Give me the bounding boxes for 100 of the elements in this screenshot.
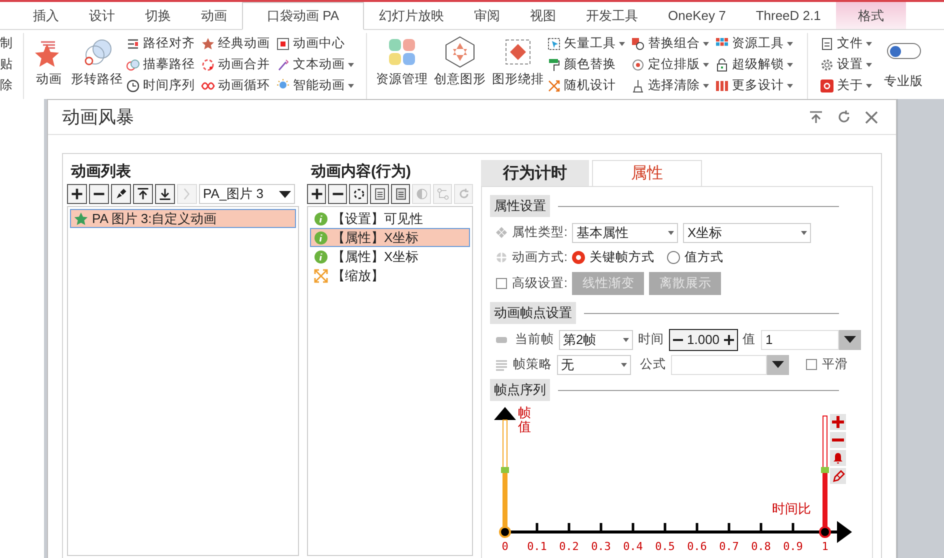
ribbon-item-label[interactable]: 除 bbox=[0, 75, 13, 96]
ribbon-large-button[interactable]: 形转路径 bbox=[68, 33, 126, 91]
time-stepper[interactable]: 1.000 bbox=[669, 328, 738, 350]
ribbon-item[interactable]: 替换组合 bbox=[631, 33, 711, 54]
ribbon-item[interactable]: 时间序列 bbox=[126, 75, 197, 96]
animation-list-item[interactable]: PA 图片 3:自定义动画 bbox=[70, 209, 296, 228]
panel-tab[interactable]: 行为计时 bbox=[481, 160, 589, 186]
shape-select[interactable]: PA_图片 3 bbox=[199, 184, 295, 204]
pro-toggle[interactable] bbox=[886, 43, 920, 59]
ribbon-item[interactable]: 文件 bbox=[820, 33, 874, 54]
property-type-select[interactable]: 基本属性 bbox=[572, 222, 678, 242]
keyframe-handle[interactable] bbox=[819, 416, 831, 538]
ribbon-tab[interactable]: 口袋动画 PA bbox=[242, 2, 364, 30]
formula-field[interactable] bbox=[671, 354, 789, 374]
current-frame-select[interactable]: 第2帧 bbox=[559, 330, 633, 350]
ribbon-tab[interactable]: 视图 bbox=[515, 2, 571, 29]
mode-radio[interactable]: 关键帧方式 bbox=[572, 249, 654, 266]
bell-button[interactable] bbox=[830, 450, 846, 466]
caret-icon bbox=[703, 84, 709, 88]
ribbon-tab[interactable]: 幻灯片放映 bbox=[364, 2, 459, 29]
padlock-icon bbox=[715, 58, 729, 72]
ribbon-item[interactable]: 超级解锁 bbox=[715, 54, 795, 75]
clock-icon bbox=[126, 78, 140, 92]
ribbon-item[interactable]: 经典动画 bbox=[201, 33, 272, 54]
tick-label: 0 bbox=[502, 540, 508, 551]
toolbar-button[interactable] bbox=[349, 184, 368, 204]
plus-icon bbox=[70, 187, 84, 201]
ribbon-item[interactable]: 动画合并 bbox=[201, 54, 272, 75]
ribbon-item[interactable]: 矢量工具 bbox=[547, 33, 627, 54]
behavior-list-item[interactable]: 【属性】X坐标 bbox=[310, 228, 470, 247]
ribbon-item-label: 经典动画 bbox=[218, 35, 270, 52]
ribbon-tab[interactable]: 开发工具 bbox=[571, 2, 653, 29]
field-label: 高级设置: bbox=[512, 274, 568, 292]
toolbar-button[interactable] bbox=[67, 184, 87, 204]
toolbar-button[interactable] bbox=[307, 184, 326, 204]
caret-icon bbox=[348, 62, 354, 66]
y-axis-arrow bbox=[494, 407, 516, 420]
ribbon-item[interactable]: 更多设计 bbox=[715, 75, 795, 96]
tick-label: 0.1 bbox=[527, 540, 547, 551]
ribbon-tab[interactable]: 插入 bbox=[18, 2, 74, 29]
add-keyframe-button[interactable] bbox=[830, 414, 846, 430]
ribbon-item-label[interactable]: 制 bbox=[0, 33, 13, 54]
ribbon-item[interactable]: 颜色替换 bbox=[547, 54, 627, 75]
toggle-label: 专业版 bbox=[884, 73, 923, 90]
star-icon bbox=[74, 212, 88, 226]
ribbon-item-label: 动画循环 bbox=[218, 77, 270, 94]
smooth-checkbox[interactable] bbox=[806, 359, 817, 370]
ribbon-item[interactable]: 选择清除 bbox=[631, 75, 711, 96]
info-icon bbox=[314, 250, 328, 264]
property-select[interactable]: X坐标 bbox=[683, 222, 812, 242]
toolbar-button[interactable] bbox=[133, 184, 153, 204]
caret-icon bbox=[866, 62, 872, 66]
toolbar-button[interactable] bbox=[391, 184, 410, 204]
toolbar-button[interactable] bbox=[111, 184, 131, 204]
ribbon-large-button[interactable]: 创意图形 bbox=[431, 33, 489, 91]
caret-icon bbox=[801, 230, 808, 234]
ribbon-item-label[interactable]: 贴 bbox=[0, 54, 13, 75]
behavior-list-item[interactable]: 【缩放】 bbox=[310, 266, 470, 285]
behavior-list-item[interactable]: 【设置】可见性 bbox=[310, 209, 470, 228]
toolbar-button[interactable] bbox=[155, 184, 175, 204]
ribbon-item[interactable]: 智能动画 bbox=[276, 75, 356, 96]
ribbon-tab[interactable]: ThreeD 2.1 bbox=[740, 2, 836, 29]
axis-label: 帧值 bbox=[518, 406, 531, 435]
ribbon-large-button[interactable]: 资源管理 bbox=[373, 33, 431, 91]
ribbon-item[interactable]: 路径对齐 bbox=[126, 33, 197, 54]
pencil-button[interactable] bbox=[830, 468, 846, 484]
mode-radio[interactable]: 值方式 bbox=[667, 249, 724, 266]
keyframe-handle[interactable] bbox=[499, 420, 511, 538]
ribbon-tab[interactable]: 动画 bbox=[186, 2, 242, 29]
ribbon-item[interactable]: 资源工具 bbox=[715, 33, 795, 54]
ribbon-tab[interactable]: 审阅 bbox=[459, 2, 515, 29]
field-label: 当前帧 bbox=[515, 331, 554, 348]
ribbon-item[interactable]: 定位排版 bbox=[631, 54, 711, 75]
ribbon-item[interactable]: 关于 bbox=[820, 75, 874, 96]
circles-icon bbox=[126, 58, 140, 72]
ribbon-item[interactable]: 设置 bbox=[820, 54, 874, 75]
ribbon-tab[interactable]: 格式 bbox=[836, 2, 906, 29]
behavior-list-item[interactable]: 【属性】X坐标 bbox=[310, 247, 470, 266]
ribbon-tab[interactable]: OneKey 7 bbox=[653, 2, 741, 29]
tick-label: 0.9 bbox=[783, 540, 803, 551]
ribbon-large-button[interactable]: 图形绕排 bbox=[489, 33, 547, 91]
ribbon-item[interactable]: 动画中心 bbox=[276, 33, 356, 54]
advanced-checkbox[interactable] bbox=[496, 278, 507, 288]
tick-label: 0.2 bbox=[559, 540, 579, 551]
ribbon-item[interactable]: 描摹路径 bbox=[126, 54, 197, 75]
toolbar-button[interactable] bbox=[89, 184, 109, 204]
ribbon-large-button[interactable]: 动画 bbox=[30, 33, 68, 91]
caret-icon bbox=[844, 336, 856, 343]
strategy-select[interactable]: 无 bbox=[557, 354, 631, 374]
remove-keyframe-button[interactable] bbox=[830, 432, 846, 448]
panel-tab[interactable]: 属性 bbox=[592, 160, 702, 186]
ribbon-item[interactable]: 动画循环 bbox=[201, 75, 272, 96]
ribbon-tab[interactable]: 设计 bbox=[74, 2, 130, 29]
ribbon-item[interactable]: 随机设计 bbox=[547, 75, 627, 96]
ribbon-item[interactable]: 文本动画 bbox=[276, 54, 356, 75]
toolbar-button[interactable] bbox=[328, 184, 347, 204]
plus-icon bbox=[724, 334, 734, 344]
caret-icon bbox=[623, 338, 629, 342]
ribbon-tab[interactable]: 切换 bbox=[130, 2, 186, 29]
toolbar-button[interactable] bbox=[370, 184, 389, 204]
